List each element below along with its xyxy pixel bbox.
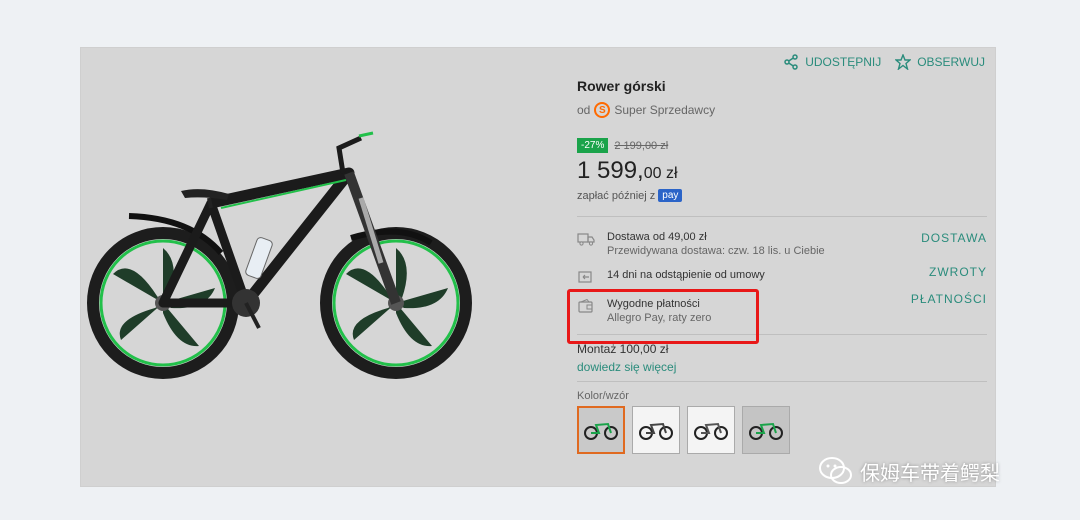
delivery-title: Dostawa od 49,00 zł [607, 231, 707, 243]
mountain-bike-image [87, 131, 472, 379]
watermark-text: 保姆车带着鳄梨 [860, 462, 1000, 485]
returns-row: 14 dni na odstąpienie od umowy ZWROTY [577, 265, 987, 284]
price-main: 1 599, [577, 157, 644, 184]
highlight-box [567, 289, 759, 344]
variant-swatch[interactable] [742, 406, 790, 454]
wechat-icon [819, 457, 852, 484]
price-discount-row: -27% 2 199,00 zł [577, 138, 987, 153]
share-icon [784, 54, 798, 70]
current-price: 1 599,00 zł [577, 157, 987, 185]
header-actions: UDOSTĘPNIJ OBSERWUJ [783, 54, 985, 70]
delivery-link[interactable]: DOSTAWA [921, 231, 987, 245]
variant-swatch[interactable] [687, 406, 735, 454]
product-card: UDOSTĘPNIJ OBSERWUJ Rower górski od S Su… [80, 47, 996, 487]
returns-link[interactable]: ZWROTY [929, 265, 987, 279]
follow-label: OBSERWUJ [917, 55, 985, 69]
payments-link[interactable]: PŁATNOŚCI [911, 292, 987, 306]
bike-thumbnail-icon [749, 422, 783, 440]
divider [577, 216, 987, 217]
delivery-subtitle: Przewidywana dostawa: czw. 18 lis. u Cie… [607, 245, 825, 257]
share-button[interactable]: UDOSTĘPNIJ [783, 54, 881, 70]
price-rest: 00 zł [643, 165, 678, 182]
assembly-section: Montaż 100,00 zł dowiedz się więcej [577, 342, 987, 374]
assembly-price: Montaż 100,00 zł [577, 342, 669, 356]
seller-name[interactable]: Super Sprzedawcy [614, 103, 715, 117]
delivery-row: Dostawa od 49,00 zł Przewidywana dostawa… [577, 231, 987, 257]
allegro-pay-badge[interactable]: pay [658, 189, 683, 202]
returns-title: 14 dni na odstąpienie od umowy [607, 269, 765, 281]
discount-badge: -27% [577, 138, 609, 153]
divider [577, 381, 987, 382]
pay-later-text: zapłać później z [577, 189, 656, 202]
return-box-icon [578, 271, 592, 283]
pay-later-line: zapłać później z pay [577, 189, 987, 202]
product-info: Rower górski od S Super Sprzedawcy -27% … [577, 78, 987, 454]
variant-label: Kolor/wzór [577, 390, 629, 402]
seller-prefix: od [577, 103, 591, 117]
bike-thumbnail-icon [584, 422, 618, 440]
old-price: 2 199,00 zł [614, 139, 669, 152]
variant-swatch[interactable] [577, 406, 625, 454]
star-icon [895, 54, 912, 70]
super-seller-icon: S [594, 102, 611, 118]
seller-line: od S Super Sprzedawcy [577, 102, 987, 118]
share-label: UDOSTĘPNIJ [805, 55, 882, 69]
watermark: 保姆车带着鳄梨 [818, 455, 1000, 487]
bike-thumbnail-icon [639, 422, 673, 440]
truck-icon [577, 233, 595, 246]
assembly-learn-more-link[interactable]: dowiedz się więcej [577, 360, 987, 374]
product-image[interactable] [81, 48, 561, 486]
product-title: Rower górski [577, 78, 666, 94]
variant-swatch[interactable] [632, 406, 680, 454]
follow-button[interactable]: OBSERWUJ [895, 54, 985, 70]
variant-swatches [577, 406, 987, 454]
bike-thumbnail-icon [694, 422, 728, 440]
